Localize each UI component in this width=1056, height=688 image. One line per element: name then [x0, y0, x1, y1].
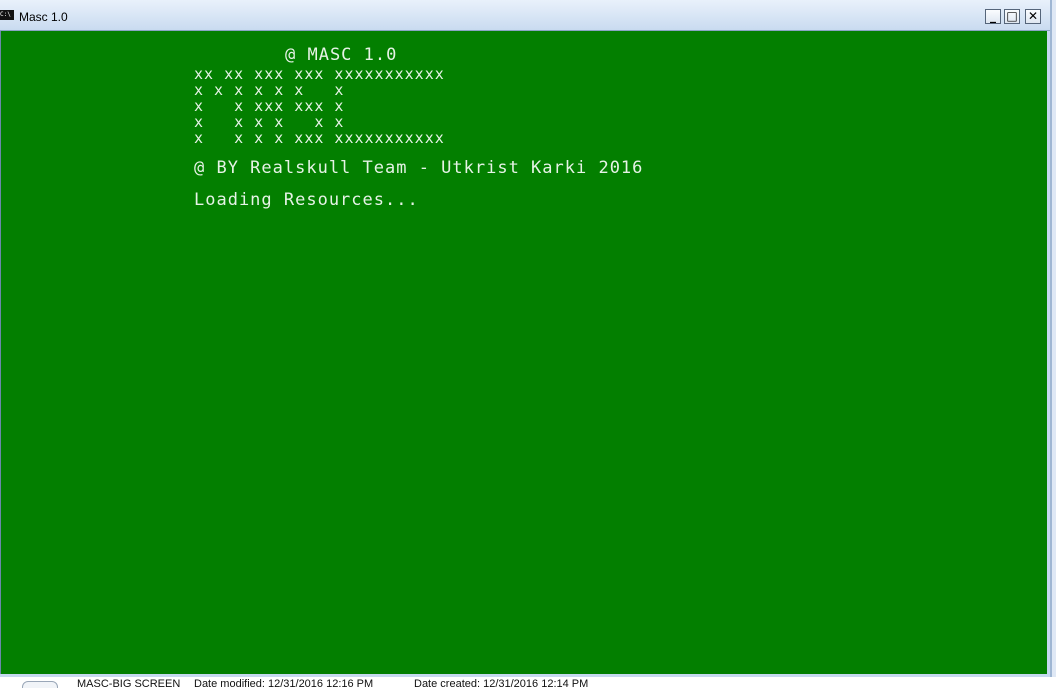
loading-status: Loading Resources...: [194, 190, 419, 210]
window-title: Masc 1.0: [19, 10, 68, 24]
console-output-area[interactable]: @ MASC 1.0 xx xx xxx xxx xxxxxxxxxxx x x…: [0, 31, 1047, 674]
ascii-banner-line-3: x x xxx xxx x: [194, 97, 345, 115]
ascii-banner-line-4: x x x x x x: [194, 113, 345, 131]
file-created-date: Date created: 12/31/2016 12:14 PM: [414, 678, 589, 688]
file-modified-date: Date modified: 12/31/2016 12:16 PM: [194, 678, 374, 688]
close-button[interactable]: ✕: [1025, 9, 1041, 24]
file-name: MASC-BIG SCREEN: [77, 678, 181, 688]
ascii-banner-line-5: x x x x xxx xxxxxxxxxxx: [194, 129, 445, 147]
console-window: C:\ Masc 1.0 _ □ ✕ @ MASC 1.0 xx xx xxx …: [0, 0, 1052, 680]
window-titlebar[interactable]: C:\ Masc 1.0 _ □ ✕: [0, 0, 1050, 31]
minimize-button[interactable]: _: [985, 9, 1001, 24]
credit-line: @ BY Realskull Team - Utkrist Karki 2016: [194, 158, 644, 178]
file-icon: [22, 681, 58, 688]
ascii-banner-line-1: xx xx xxx xxx xxxxxxxxxxx: [194, 65, 445, 83]
maximize-button[interactable]: □: [1004, 9, 1020, 24]
app-header: @ MASC 1.0: [285, 45, 398, 65]
console-app-icon[interactable]: C:\: [0, 10, 14, 20]
file-details-strip: MASC-BIG SCREEN Date modified: 12/31/201…: [0, 677, 1056, 688]
ascii-banner-line-2: x x x x x x x: [194, 81, 345, 99]
